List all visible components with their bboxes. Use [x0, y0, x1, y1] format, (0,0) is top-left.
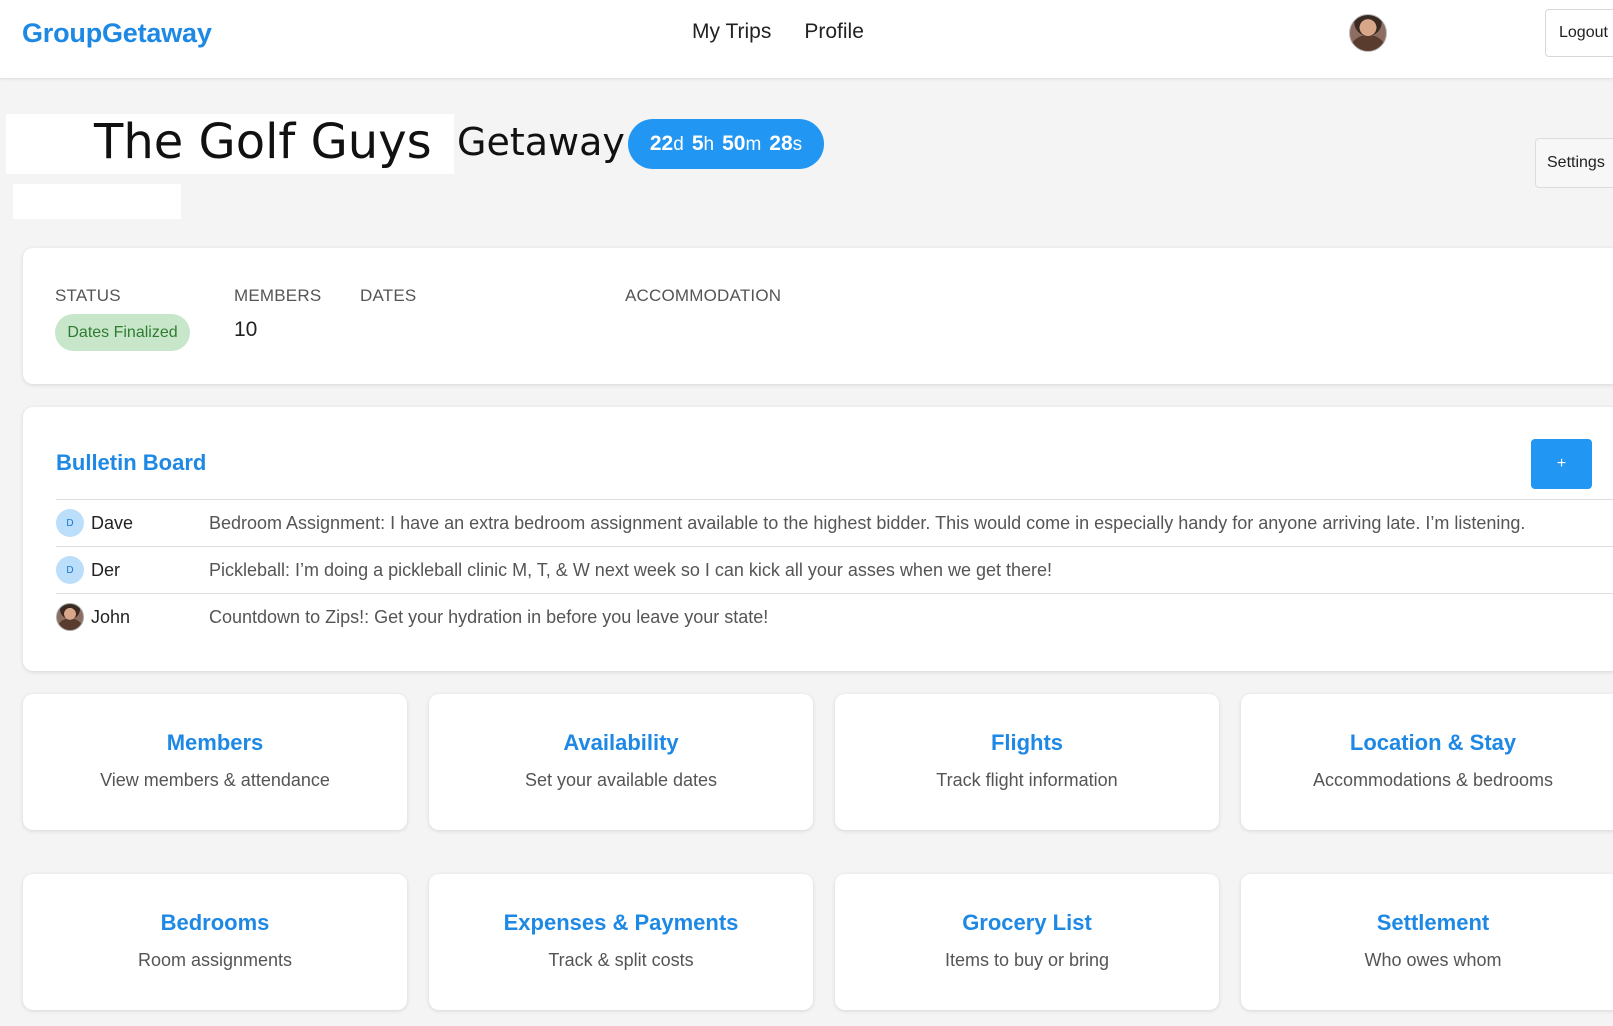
- main-nav: My Trips Profile: [692, 20, 864, 44]
- logout-button[interactable]: Logout: [1545, 9, 1613, 57]
- tile-description: Items to buy or bring: [944, 950, 1110, 970]
- post-author: Der: [91, 559, 121, 580]
- tile-title: Settlement: [1376, 910, 1490, 935]
- top-navigation-bar: GroupGetaway My Trips Profile Logout: [0, 0, 1613, 79]
- settings-button[interactable]: Settings: [1535, 138, 1613, 188]
- avatar: D: [56, 509, 84, 537]
- post-message: Countdown to Zips!: Get your hydration i…: [209, 606, 769, 627]
- tile-availability[interactable]: Availability Set your available dates: [429, 694, 813, 830]
- tile-settlement[interactable]: Settlement Who owes whom: [1241, 874, 1613, 1010]
- bulletin-post-list: D Dave Bedroom Assignment: I have an ext…: [56, 499, 1613, 640]
- bulletin-board-title: Bulletin Board: [56, 450, 207, 475]
- tile-members[interactable]: Members View members & attendance: [23, 694, 407, 830]
- bulletin-post[interactable]: D Der Pickleball: I’m doing a pickleball…: [56, 546, 1613, 593]
- avatar: D: [56, 556, 84, 584]
- countdown-seconds-unit: s: [792, 134, 803, 155]
- tile-description: Who owes whom: [1364, 950, 1502, 970]
- trip-title-box: The Golf Guys: [6, 114, 454, 174]
- countdown-minutes-unit: m: [745, 134, 762, 155]
- post-message: Pickleball: I’m doing a pickleball clini…: [209, 559, 1053, 580]
- tile-description: View members & attendance: [100, 770, 330, 790]
- brand-logo[interactable]: GroupGetaway: [22, 18, 212, 49]
- post-author: John: [91, 606, 131, 627]
- user-avatar[interactable]: [1349, 14, 1387, 52]
- members-count: 10: [234, 318, 258, 341]
- trip-title-suffix: Getaway: [457, 120, 625, 164]
- tile-title: Bedrooms: [160, 910, 270, 935]
- countdown-hours-unit: h: [703, 134, 715, 155]
- dates-label: DATES: [360, 286, 417, 305]
- avatar: [56, 603, 84, 631]
- accommodation-label: ACCOMMODATION: [625, 286, 782, 305]
- tile-title: Members: [166, 730, 264, 755]
- countdown-seconds: 28: [769, 132, 793, 155]
- bulletin-post[interactable]: D Dave Bedroom Assignment: I have an ext…: [56, 499, 1613, 546]
- tile-title: Expenses & Payments: [503, 910, 739, 935]
- tile-expenses-payments[interactable]: Expenses & Payments Track & split costs: [429, 874, 813, 1010]
- post-author: Dave: [91, 512, 134, 533]
- tile-grocery-list[interactable]: Grocery List Items to buy or bring: [835, 874, 1219, 1010]
- tile-title: Grocery List: [962, 910, 1092, 935]
- members-label: MEMBERS: [234, 286, 322, 305]
- nav-profile[interactable]: Profile: [804, 20, 864, 44]
- trip-info-card: STATUS Dates Finalized MEMBERS 10 DATES …: [23, 248, 1613, 384]
- tile-bedrooms[interactable]: Bedrooms Room assignments: [23, 874, 407, 1010]
- tile-title: Location & Stay: [1349, 730, 1517, 755]
- bulletin-post[interactable]: John Countdown to Zips!: Get your hydrat…: [56, 593, 1613, 640]
- post-message: Bedroom Assignment: I have an extra bedr…: [209, 512, 1526, 533]
- trip-subtitle-box: [13, 184, 181, 219]
- tile-description: Room assignments: [137, 950, 293, 970]
- tile-description: Track flight information: [936, 770, 1118, 790]
- status-badge: Dates Finalized: [55, 314, 190, 351]
- add-post-button[interactable]: +: [1531, 439, 1592, 489]
- nav-my-trips[interactable]: My Trips: [692, 20, 771, 44]
- tile-title: Availability: [563, 730, 679, 755]
- countdown-days: 22: [649, 132, 674, 155]
- countdown-minutes: 50: [722, 132, 746, 155]
- trip-countdown: 22d 5h 50m 28s: [628, 119, 824, 169]
- status-label: STATUS: [55, 286, 121, 305]
- tile-description: Accommodations & bedrooms: [1312, 770, 1554, 790]
- countdown-hours: 5: [691, 132, 704, 155]
- bulletin-board-card: Bulletin Board + D Dave Bedroom Assignme…: [23, 407, 1613, 671]
- tile-location-stay[interactable]: Location & Stay Accommodations & bedroom…: [1241, 694, 1613, 830]
- countdown-days-unit: d: [673, 134, 684, 155]
- tile-description: Set your available dates: [524, 770, 718, 790]
- trip-title: The Golf Guys: [94, 114, 432, 170]
- tile-flights[interactable]: Flights Track flight information: [835, 694, 1219, 830]
- tile-title: Flights: [990, 730, 1064, 755]
- tile-description: Track & split costs: [548, 950, 694, 970]
